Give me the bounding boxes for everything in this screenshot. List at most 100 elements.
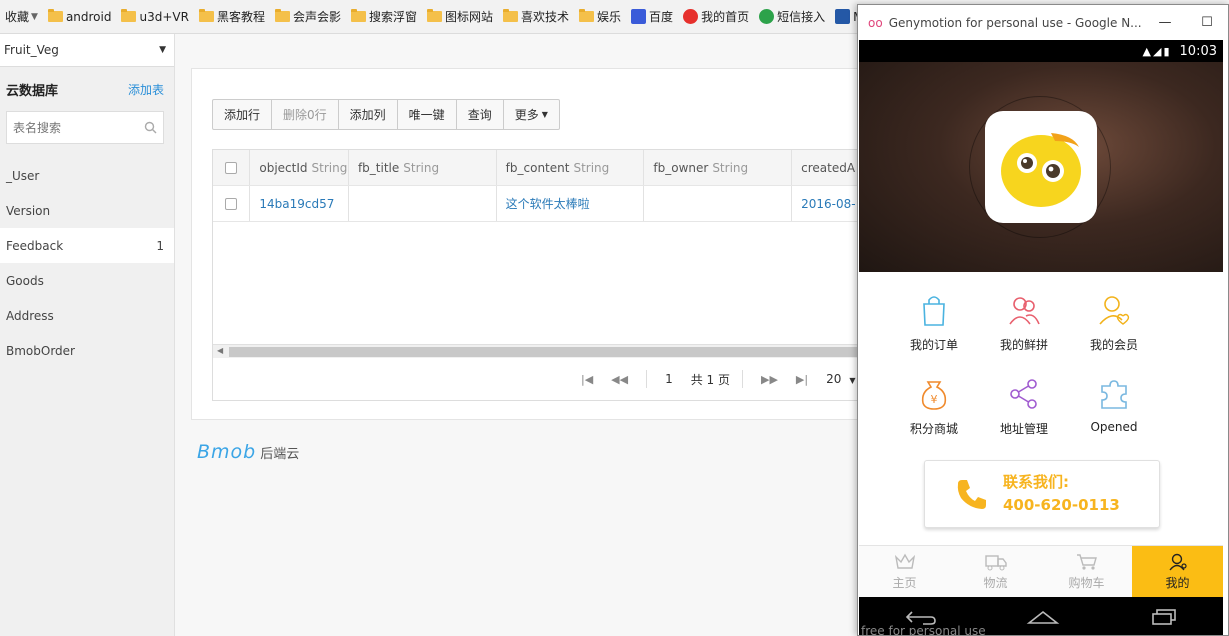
bookmark-label: 收藏 xyxy=(5,10,30,24)
select-all-checkbox[interactable] xyxy=(225,161,238,174)
bookmark-label: 喜欢技术 xyxy=(521,10,570,24)
table-name: Feedback xyxy=(6,238,64,253)
menu-opened[interactable]: Opened xyxy=(1069,376,1159,434)
bookmark-label: 会声会影 xyxy=(292,10,341,24)
folder-icon xyxy=(198,9,214,22)
contact-us-card[interactable]: 联系我们: 400-620-0113 xyxy=(924,460,1160,528)
prev-page-icon[interactable]: ◀◀ xyxy=(611,373,628,386)
row-checkbox[interactable] xyxy=(225,197,238,210)
column-header[interactable]: fb_owner String xyxy=(644,150,793,185)
contact-phone: 400-620-0113 xyxy=(1003,496,1120,514)
cell-fb-content[interactable]: 这个软件太棒啦 xyxy=(497,186,645,221)
avatar[interactable] xyxy=(985,111,1097,223)
menu-label: 我的订单 xyxy=(909,338,958,352)
menu-my-membership[interactable]: 我的会员 xyxy=(1069,292,1159,353)
phone-icon xyxy=(957,480,986,509)
table-item-version[interactable]: Version xyxy=(0,193,174,228)
add-row-button[interactable]: 添加行 xyxy=(213,100,273,129)
next-page-icon[interactable]: ▶▶ xyxy=(761,373,778,386)
cell-fb-title[interactable] xyxy=(349,186,497,221)
menu-points-mall[interactable]: ¥ 积分商城 xyxy=(889,376,979,437)
bmob-logo: Bmob xyxy=(197,441,257,463)
bookmark-folder[interactable]: 图标网站 xyxy=(422,0,498,33)
table-item-user[interactable]: _User xyxy=(0,158,174,193)
cell-fb-owner[interactable] xyxy=(644,186,793,221)
table-list: _User Version Feedback 1 Goods Address Bm… xyxy=(0,158,174,368)
table-item-feedback[interactable]: Feedback 1 xyxy=(0,228,174,263)
minimize-icon[interactable]: — xyxy=(1144,15,1186,30)
cell-objectid[interactable]: 14ba19cd57 xyxy=(250,186,349,221)
contact-text: 联系我们: 400-620-0113 xyxy=(1003,471,1120,517)
table-item-address[interactable]: Address xyxy=(0,298,174,333)
current-page[interactable]: 1 xyxy=(665,372,673,386)
menu-my-orders[interactable]: 我的订单 xyxy=(889,292,979,353)
brand-subtitle: 后端云 xyxy=(260,447,300,462)
menu-address-management[interactable]: 地址管理 xyxy=(979,376,1069,437)
select-all-cell xyxy=(213,150,251,185)
add-column-button[interactable]: 添加列 xyxy=(339,100,398,129)
baidu-icon xyxy=(631,9,647,24)
bottom-tab-bar: 主页 物流 购物车 我的 xyxy=(859,545,1223,597)
delete-rows-button[interactable]: 删除0行 xyxy=(272,100,339,129)
bookmark-folder[interactable]: 搜索浮窗 xyxy=(346,0,422,33)
bookmark-label: 图标网站 xyxy=(445,10,494,24)
bookmark-baidu[interactable]: 百度 xyxy=(626,0,678,33)
tab-mine[interactable]: 我的 xyxy=(1132,546,1223,597)
bookmark-folder[interactable]: 娱乐 xyxy=(574,0,626,33)
bookmark-folder[interactable]: 喜欢技术 xyxy=(498,0,574,33)
folder-icon xyxy=(427,9,442,22)
scroll-left-icon[interactable]: ◀ xyxy=(217,346,223,355)
bookmark-folder[interactable]: 黑客教程 xyxy=(194,0,270,33)
bookmark-folder[interactable]: android xyxy=(43,0,117,33)
tab-logistics[interactable]: 物流 xyxy=(950,546,1041,597)
row-select-cell xyxy=(213,186,251,221)
column-type: String xyxy=(712,160,749,175)
shopping-bag-icon xyxy=(923,296,945,326)
table-search-input[interactable] xyxy=(13,120,133,135)
column-header[interactable]: fb_content String xyxy=(497,150,645,185)
bookmark-label: 短信接入 xyxy=(777,10,826,24)
caret-down-icon: ▼ xyxy=(541,110,548,119)
tab-cart[interactable]: 购物车 xyxy=(1041,546,1132,597)
tab-home[interactable]: 主页 xyxy=(859,546,950,597)
table-name: BmobOrder xyxy=(6,343,75,358)
window-titlebar: oo Genymotion for personal use - Google … xyxy=(858,5,1228,40)
watermark: free for personal use xyxy=(861,624,986,636)
folder-icon xyxy=(579,9,595,22)
menu-label: 我的鲜拼 xyxy=(999,338,1048,352)
puzzle-icon xyxy=(1101,380,1127,409)
app-selector[interactable]: Fruit_Veg ▼ xyxy=(0,34,174,67)
first-page-icon[interactable]: |◀ xyxy=(581,373,593,386)
table-row[interactable]: 14ba19cd57 这个软件太棒啦 2016-08- xyxy=(213,186,871,222)
add-table-link[interactable]: 添加表 xyxy=(128,81,164,98)
table-item-bmoborder[interactable]: BmobOrder xyxy=(0,333,174,368)
bookmark-folder[interactable]: u3d+VR xyxy=(116,0,193,33)
query-button[interactable]: 查询 xyxy=(457,100,504,129)
scrollbar-thumb[interactable] xyxy=(229,347,869,357)
bookmark-label: u3d+VR xyxy=(139,9,189,24)
menu-label: 我的会员 xyxy=(1089,338,1138,352)
column-header[interactable]: objectId String xyxy=(250,150,349,185)
bookmark-weibo[interactable]: 我的首页 xyxy=(678,0,754,33)
table-item-goods[interactable]: Goods xyxy=(0,263,174,298)
money-bag-icon: ¥ xyxy=(921,381,947,410)
horizontal-scrollbar[interactable]: ◀ xyxy=(213,344,871,358)
bookmark-menu[interactable]: 收藏 ▼ xyxy=(0,0,43,33)
recent-apps-icon[interactable] xyxy=(1149,608,1179,626)
unique-key-button[interactable]: 唯一键 xyxy=(398,100,457,129)
mvn-icon xyxy=(835,9,851,24)
menu-my-group-buy[interactable]: 我的鲜拼 xyxy=(979,292,1069,353)
page-size-select[interactable]: 20 ▼ xyxy=(826,372,855,386)
bookmark-sms[interactable]: 短信接入 xyxy=(754,0,830,33)
divider xyxy=(646,370,648,388)
more-button[interactable]: 更多 ▼ xyxy=(504,100,559,129)
home-icon[interactable] xyxy=(1026,609,1060,625)
last-page-icon[interactable]: ▶| xyxy=(796,373,808,386)
column-header[interactable]: fb_title String xyxy=(349,150,497,185)
bookmark-folder[interactable]: 会声会影 xyxy=(270,0,346,33)
maximize-icon[interactable]: ☐ xyxy=(1186,15,1228,30)
search-icon[interactable] xyxy=(144,121,157,134)
column-name: fb_owner xyxy=(653,160,709,175)
folder-icon xyxy=(274,9,290,22)
data-browser-panel: 添加行 删除0行 添加列 唯一键 查询 更多 ▼ objectId String f… xyxy=(191,68,872,420)
